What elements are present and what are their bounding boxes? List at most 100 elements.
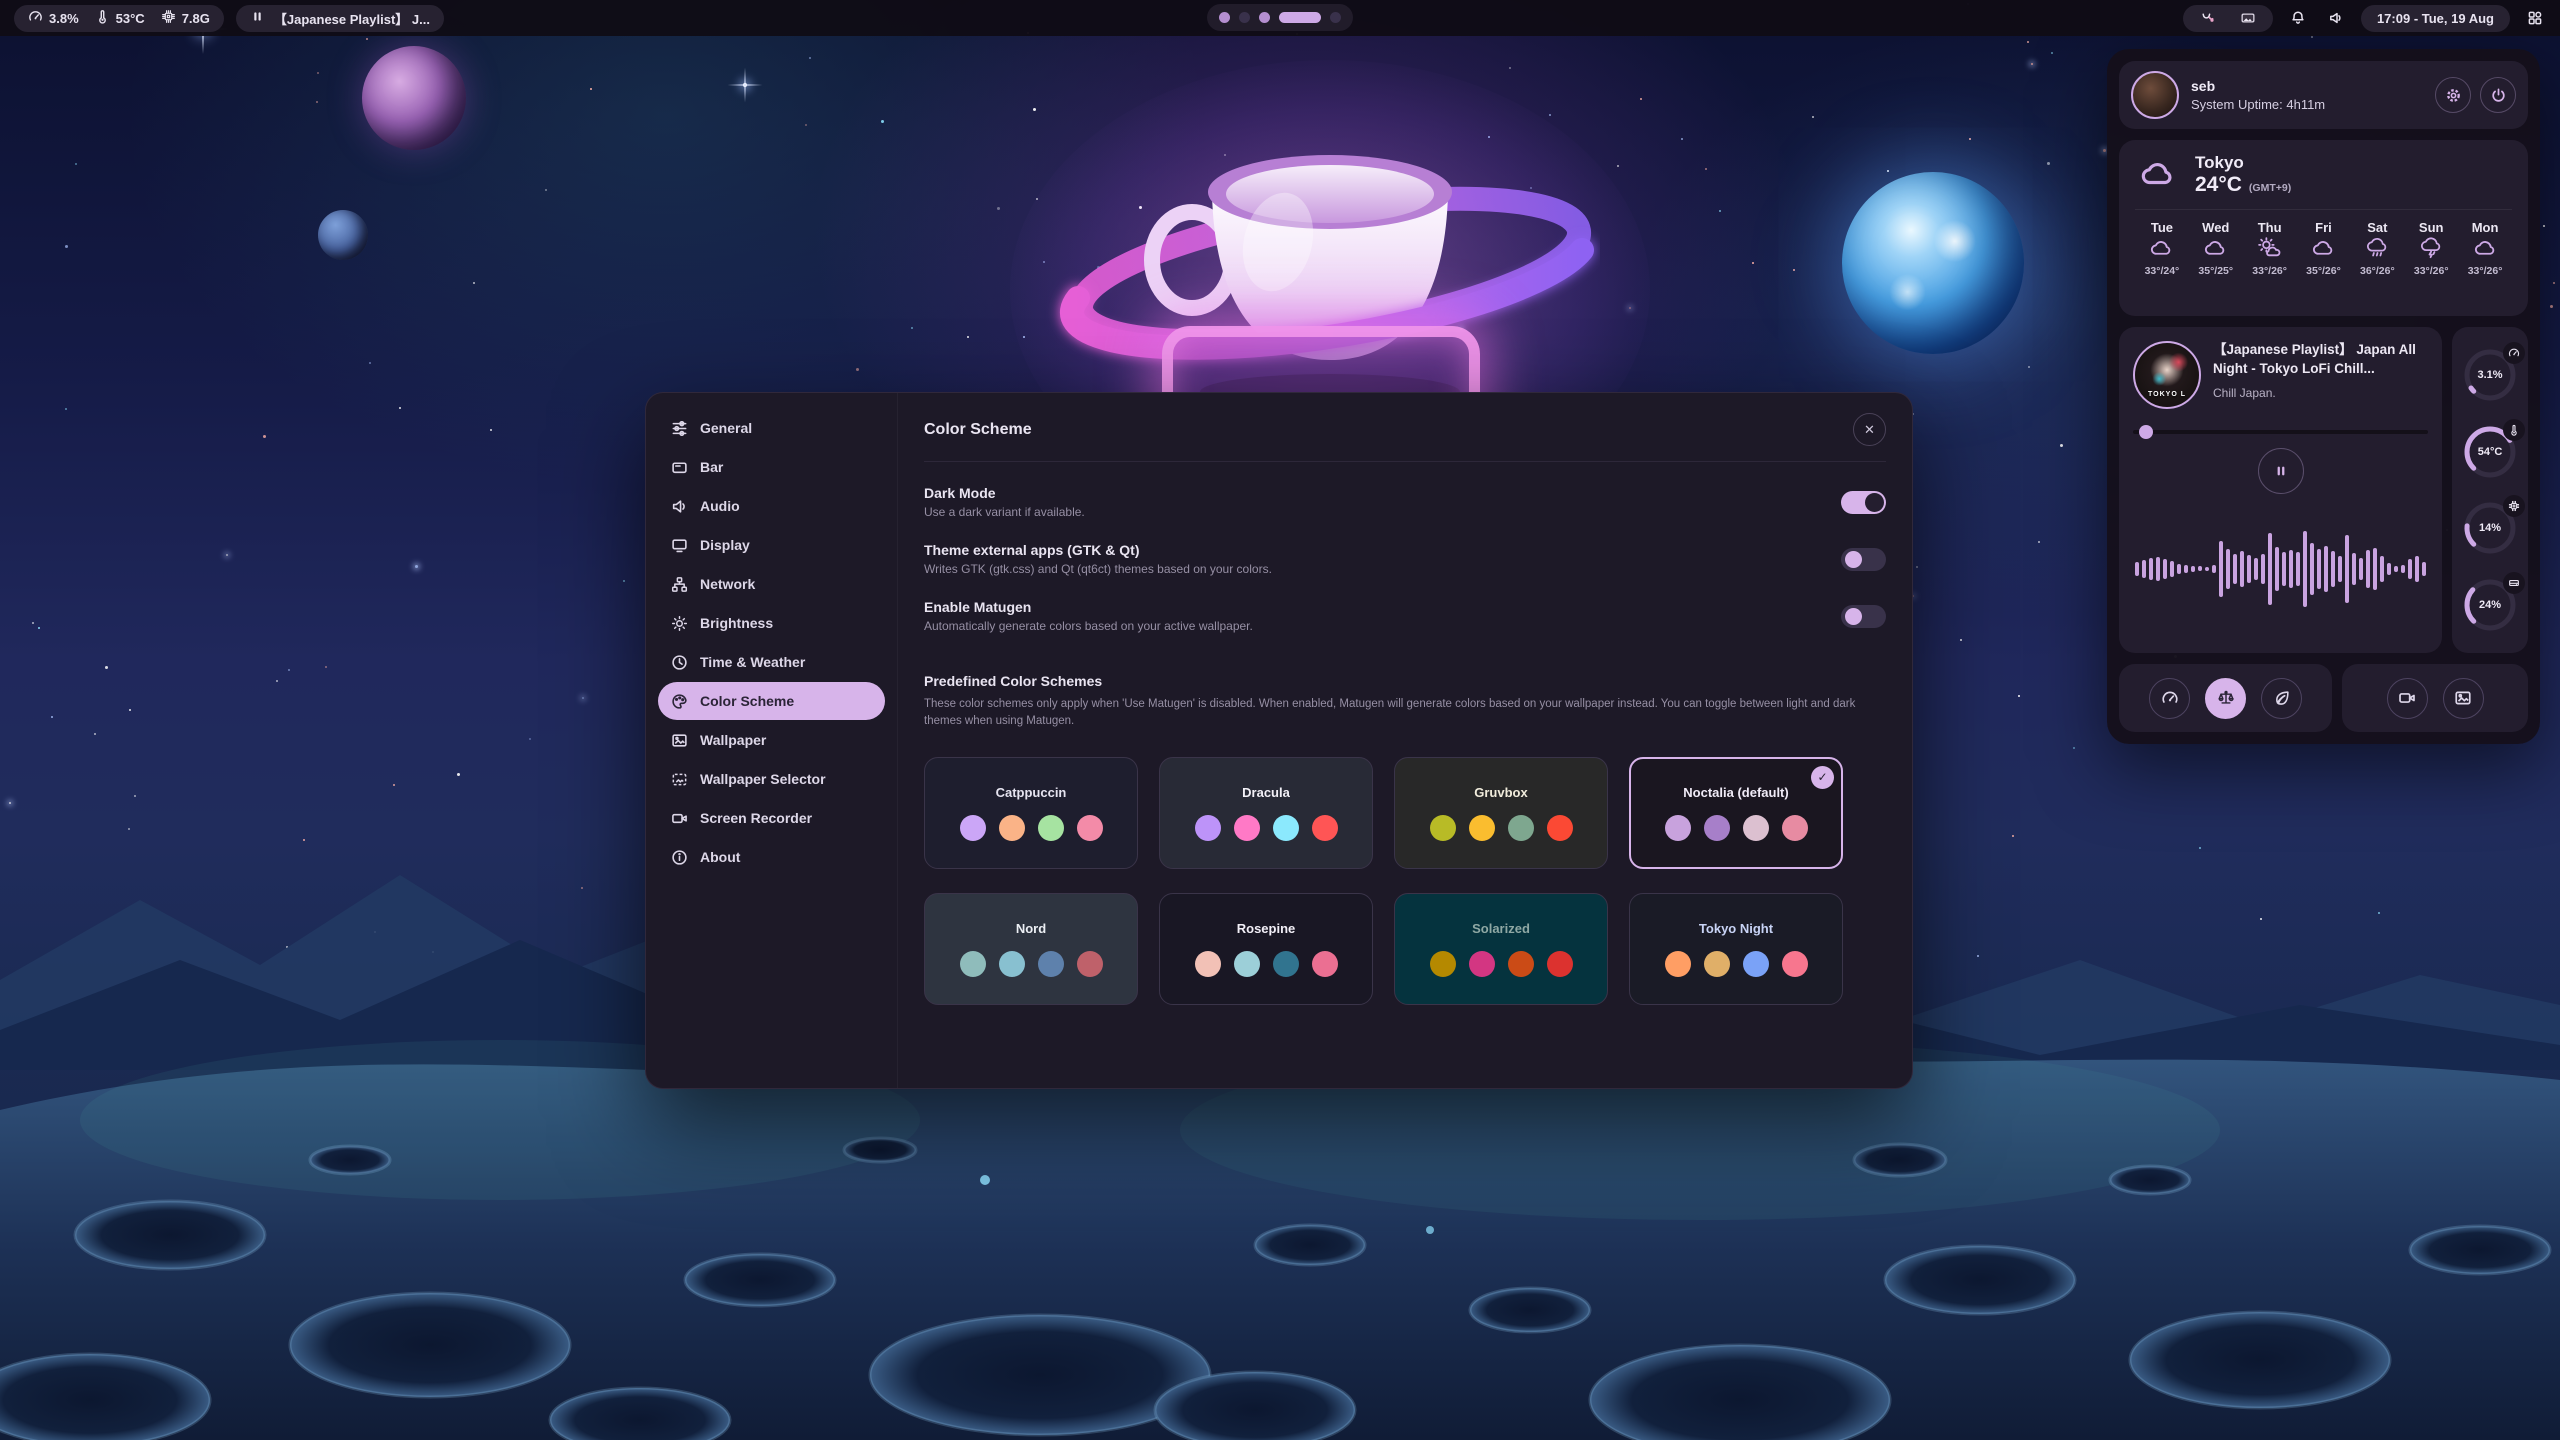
visualizer-bar [2177,564,2181,574]
sidebar-item-label: Color Scheme [700,693,794,709]
wallpaper-button[interactable] [2443,678,2484,719]
scheme-card-nord[interactable]: Nord [924,893,1138,1005]
sidebar-item-display[interactable]: Display [658,526,885,564]
settings-button[interactable] [2435,77,2471,113]
sidebar-item-label: Audio [700,498,740,514]
weather-cloud-icon [2149,247,2174,264]
bar-stat-speedometer: 3.8% [28,9,79,27]
sidebar-item-general[interactable]: General [658,409,885,447]
pause-button[interactable] [2258,448,2304,494]
power-profile-balanced-button[interactable] [2205,678,2246,719]
toggle-label: Dark Mode [924,485,1085,501]
scheme-card-rosepine[interactable]: Rosepine [1159,893,1373,1005]
sidebar-item-audio[interactable]: Audio [658,487,885,525]
app-grid-icon[interactable] [2522,5,2548,31]
media-pill-label: 【Japanese Playlist】 J... [274,9,430,28]
weather-rain-icon [2365,247,2390,264]
page-title: Color Scheme [924,421,1032,439]
scheme-card-noctalia-default[interactable]: Noctalia (default)✓ [1629,757,1843,869]
toggle-label: Enable Matugen [924,599,1253,615]
workspace-dot-1[interactable] [1219,12,1230,23]
sidebar-item-wallpaper[interactable]: Wallpaper [658,721,885,759]
power-profile-performance-button[interactable] [2149,678,2190,719]
wallpaper-tray-icon[interactable] [2235,5,2261,31]
scheme-card-catppuccin[interactable]: Catppuccin [924,757,1138,869]
visualizer-bar [2149,558,2153,580]
sidebar-item-color-scheme[interactable]: Color Scheme [658,682,885,720]
close-icon[interactable]: ✕ [1853,413,1886,446]
sidebar-item-screen-recorder[interactable]: Screen Recorder [658,799,885,837]
sidebar-item-bar[interactable]: Bar [658,448,885,486]
toggle-row-theme-external-apps-gtk-qt: Theme external apps (GTK & Qt)Writes GTK… [924,542,1886,576]
video-icon [671,809,689,827]
workspace-dot-2[interactable] [1239,12,1250,23]
media-pill[interactable]: 【Japanese Playlist】 J... [236,5,444,32]
color-swatch [1273,815,1299,841]
scheme-card-tokyo-night[interactable]: Tokyo Night [1629,893,1843,1005]
color-swatch [1743,951,1769,977]
toggle-description: Use a dark variant if available. [924,505,1085,519]
color-swatch [1665,951,1691,977]
color-swatch [1704,951,1730,977]
speedometer-icon [2503,342,2525,364]
visualizer-bar [2163,559,2167,579]
clock-pill[interactable]: 17:09 - Tue, 19 Aug [2361,5,2510,32]
progress-knob[interactable] [2139,425,2153,439]
visualizer-bar [2331,551,2335,587]
scheme-card-gruvbox[interactable]: Gruvbox [1394,757,1608,869]
bell-icon[interactable] [2285,5,2311,31]
settings-sidebar: General Bar Audio DisplayNetworkBrightnessT… [646,393,898,1088]
visualizer-bar [2240,551,2244,587]
visualizer-bar [2338,556,2342,582]
toggle-text: Theme external apps (GTK & Qt)Writes GTK… [924,542,1272,576]
sidebar-item-time-weather[interactable]: Time & Weather [658,643,885,681]
audio-visualizer [2133,498,2428,639]
theme-external-apps-gtk-qt-toggle[interactable] [1841,548,1886,571]
volume-icon[interactable] [2323,5,2349,31]
weather-temp: 24°C [2195,173,2242,197]
image-icon [671,731,689,749]
power-profile-power-saver-button[interactable] [2261,678,2302,719]
visualizer-bar [2268,533,2272,605]
thermometer-icon [2503,419,2525,441]
screen-recorder-button[interactable] [2387,678,2428,719]
visualizer-bar [2275,547,2279,591]
settings-main: Color Scheme ✕ Dark Mode Use a dark varia… [898,393,1912,1088]
visualizer-bar [2212,565,2216,573]
sidebar-item-brightness[interactable]: Brightness [658,604,885,642]
scheme-card-dracula[interactable]: Dracula [1159,757,1373,869]
sidebar-item-about[interactable]: About [658,838,885,876]
enable-matugen-toggle[interactable] [1841,605,1886,628]
selected-check-icon: ✓ [1811,766,1834,789]
scheme-card-solarized[interactable]: Solarized [1394,893,1608,1005]
sidebar-item-label: About [700,849,740,865]
forecast-day-tue: Tue33°/24° [2135,220,2189,277]
visualizer-bar [2359,558,2363,580]
track-progress-slider[interactable] [2133,425,2428,439]
forecast-temps: 35°/25° [2189,265,2243,277]
sidebar-item-label: General [700,420,752,436]
palette-icon [671,692,689,710]
forecast-temps: 36°/26° [2350,265,2404,277]
forecast-day-label: Fri [2297,220,2351,235]
visualizer-bar [2317,549,2321,589]
sidebar-item-wallpaper-selector[interactable]: Wallpaper Selector [658,760,885,798]
color-swatch [1077,951,1103,977]
bar-stat-thermometer: 53°C [95,9,145,27]
color-swatch [1077,815,1103,841]
forecast-temps: 33°/26° [2404,265,2458,277]
weather-cloud-icon [2203,247,2228,264]
power-button[interactable] [2480,77,2516,113]
workspace-dot-3[interactable] [1259,12,1270,23]
sidebar-item-network[interactable]: Network [658,565,885,603]
visualizer-bar [2282,552,2286,586]
visualizer-bar [2247,555,2251,583]
toggle-row-enable-matugen: Enable MatugenAutomatically generate col… [924,599,1886,633]
workspace-dot-5[interactable] [1330,12,1341,23]
workspace-dot-4[interactable] [1279,12,1321,23]
visualizer-bar [2380,556,2384,582]
dark-mode-toggle[interactable] [1841,491,1886,514]
user-card: seb System Uptime: 4h11m [2119,61,2528,129]
gauge-thermometer: 54°C [2461,423,2519,481]
tray-app-icon[interactable] [2195,5,2221,31]
